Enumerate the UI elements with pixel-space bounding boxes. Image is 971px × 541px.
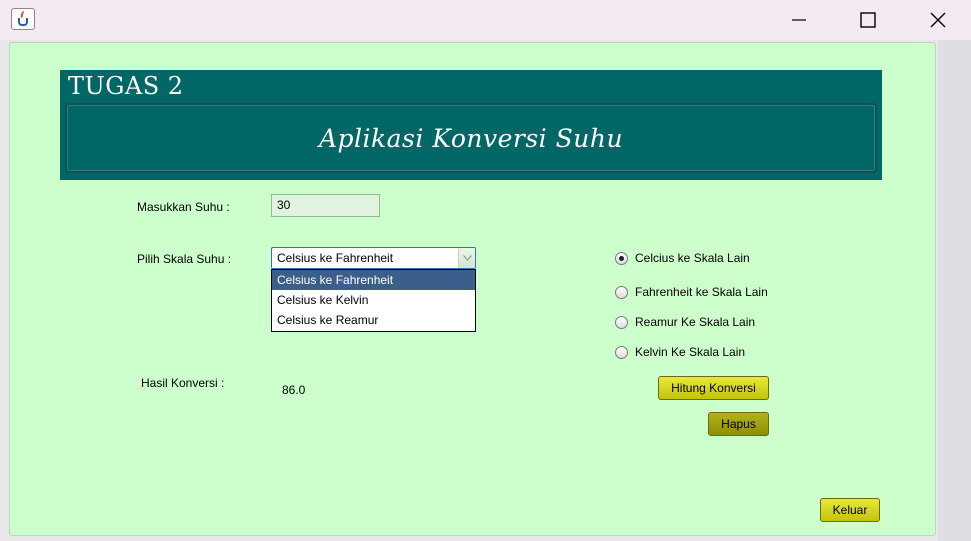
radio-label: Fahrenheit ke Skala Lain bbox=[635, 285, 768, 299]
scale-select[interactable]: Celsius ke Fahrenheit bbox=[271, 247, 476, 269]
radio-fahrenheit[interactable]: Fahrenheit ke Skala Lain bbox=[615, 285, 768, 299]
dropdown-option[interactable]: Celsius ke Fahrenheit bbox=[272, 270, 475, 290]
scale-select-label: Pilih Skala Suhu : bbox=[137, 252, 232, 266]
header-subtitle-box: Aplikasi Konversi Suhu bbox=[65, 103, 877, 173]
result-value: 86.0 bbox=[282, 383, 306, 397]
scale-select-value: Celsius ke Fahrenheit bbox=[277, 251, 394, 265]
dropdown-option[interactable]: Celsius ke Kelvin bbox=[272, 290, 475, 310]
radio-label: Reamur Ke Skala Lain bbox=[635, 315, 756, 329]
radio-unchecked-icon bbox=[615, 345, 628, 359]
close-icon bbox=[930, 12, 946, 28]
radio-label: Celcius ke Skala Lain bbox=[635, 251, 750, 265]
maximize-icon bbox=[860, 12, 876, 28]
result-label: Hasil Konversi : bbox=[141, 376, 225, 390]
chevron-down-icon[interactable] bbox=[458, 248, 475, 268]
hapus-button[interactable]: Hapus bbox=[708, 412, 769, 436]
temperature-input[interactable]: 30 bbox=[271, 194, 380, 217]
dropdown-option[interactable]: Celsius ke Reamur bbox=[272, 310, 475, 330]
keluar-button[interactable]: Keluar bbox=[820, 498, 880, 522]
minimize-icon bbox=[792, 19, 806, 21]
input-suhu-label: Masukkan Suhu : bbox=[137, 200, 230, 214]
radio-reamur[interactable]: Reamur Ke Skala Lain bbox=[615, 315, 755, 329]
window-titlebar bbox=[0, 0, 971, 40]
close-button[interactable] bbox=[915, 0, 961, 40]
maximize-button[interactable] bbox=[845, 0, 891, 40]
java-app-icon[interactable] bbox=[11, 8, 35, 30]
header-title: TUGAS 2 bbox=[68, 72, 184, 100]
minimize-button[interactable] bbox=[776, 0, 822, 40]
radio-label: Kelvin Ke Skala Lain bbox=[635, 345, 746, 359]
radio-unchecked-icon bbox=[615, 285, 628, 299]
scale-dropdown-list: Celsius ke Fahrenheit Celsius ke Kelvin … bbox=[271, 269, 476, 332]
radio-kelvin[interactable]: Kelvin Ke Skala Lain bbox=[615, 345, 745, 359]
window-scrollbar[interactable] bbox=[938, 40, 971, 541]
app-subtitle: Aplikasi Konversi Suhu bbox=[318, 123, 624, 153]
radio-unchecked-icon bbox=[615, 315, 628, 329]
radio-checked-icon bbox=[615, 251, 628, 265]
header-banner: TUGAS 2 Aplikasi Konversi Suhu bbox=[60, 70, 882, 180]
radio-celcius[interactable]: Celcius ke Skala Lain bbox=[615, 251, 750, 265]
hitung-konversi-button[interactable]: Hitung Konversi bbox=[658, 376, 769, 400]
